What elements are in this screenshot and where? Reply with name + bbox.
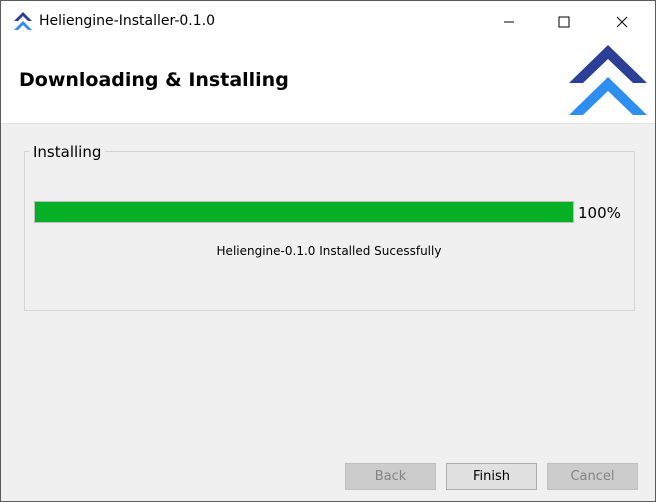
window-title: Heliengine-Installer-0.1.0 xyxy=(39,13,216,29)
progress-percent: 100% xyxy=(578,204,621,222)
cancel-button[interactable]: Cancel xyxy=(547,463,638,490)
maximize-button[interactable] xyxy=(541,1,587,43)
progress-bar xyxy=(34,201,574,223)
back-button[interactable]: Back xyxy=(345,463,436,490)
minimize-button[interactable] xyxy=(486,1,532,43)
group-legend: Installing xyxy=(29,143,106,161)
wizard-header: Downloading & Installing xyxy=(1,43,655,124)
status-message: Heliengine-0.1.0 Installed Sucessfully xyxy=(216,244,442,258)
page-title: Downloading & Installing xyxy=(19,69,289,91)
close-button[interactable] xyxy=(599,1,645,43)
finish-button[interactable]: Finish xyxy=(446,463,537,490)
heliengine-logo xyxy=(569,45,647,115)
installer-window: Heliengine-Installer-0.1.0 Downloading &… xyxy=(0,0,656,502)
progress-fill xyxy=(35,202,573,222)
installing-groupbox xyxy=(24,151,635,311)
maximize-icon xyxy=(558,16,570,28)
title-bar[interactable]: Heliengine-Installer-0.1.0 xyxy=(1,1,655,43)
minimize-icon xyxy=(504,21,514,23)
app-icon xyxy=(14,12,32,30)
close-icon xyxy=(616,16,628,28)
